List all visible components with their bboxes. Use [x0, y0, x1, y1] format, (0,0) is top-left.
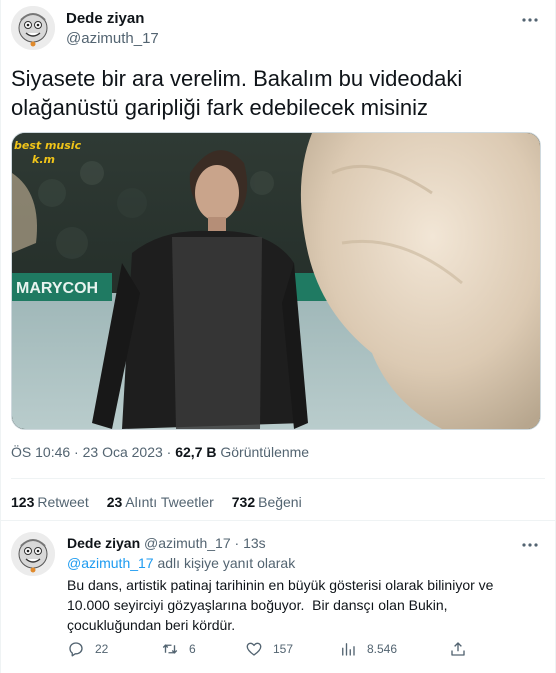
retweets-stat[interactable]: 123 Retweet — [11, 494, 89, 510]
tweet-meta: ÖS 10:46 · 23 Oca 2023 · 62,7 B Görüntül… — [11, 444, 309, 460]
likes-label: Beğeni — [258, 494, 302, 510]
reply-header: Dede ziyan @azimuth_17 · 13s — [67, 535, 266, 551]
views-count: 62,7 B — [175, 444, 217, 460]
author-display-name[interactable]: Dede ziyan — [66, 10, 144, 27]
speech-bubble-icon — [69, 642, 83, 657]
reply-actions: 22 6 157 8.546 — [67, 640, 467, 662]
reply-avatar[interactable] — [11, 532, 55, 576]
share-upload-icon — [451, 642, 465, 656]
likes-stat[interactable]: 732 Beğeni — [232, 494, 302, 510]
like-count: 157 — [273, 642, 294, 656]
reply-more-options-button[interactable] — [520, 535, 540, 555]
reply-display-name[interactable]: Dede ziyan — [67, 535, 140, 551]
heart-icon — [246, 642, 262, 656]
reply-separator: · — [234, 535, 240, 551]
tweet-date[interactable]: 23 Oca 2023 — [83, 444, 163, 460]
author-handle[interactable]: @azimuth_17 — [66, 30, 159, 47]
share-button[interactable] — [449, 640, 467, 658]
tweet-video[interactable]: MARYCOH best music k.m — [11, 132, 541, 430]
reply-text: Bu dans, artistik patinaj tarihinin en b… — [67, 575, 537, 635]
more-horizontal-icon — [522, 543, 538, 547]
tweet-text: Siyasete bir ara verelim. Bakalım bu vid… — [11, 64, 541, 122]
avatar[interactable] — [11, 6, 55, 50]
retweet-arrows-icon — [162, 644, 178, 654]
avatar-image — [11, 6, 55, 50]
more-horizontal-icon — [522, 18, 538, 22]
likes-count: 732 — [231, 494, 256, 510]
retweets-count: 123 — [11, 494, 35, 510]
quotes-count: 23 — [106, 494, 123, 510]
reply-handle[interactable]: @azimuth_17 — [144, 535, 231, 551]
reply-button[interactable]: 22 — [67, 640, 108, 658]
tweet-text-line: olağanüstü garipliği fark edebilecek mis… — [11, 95, 429, 120]
reply-text-line: Bu dans, artistik patinaj tarihinin en b… — [67, 577, 494, 593]
retweet-count: 6 — [189, 642, 196, 656]
reply-text-line: çocukluğundan beri kördür. — [67, 617, 236, 633]
quotes-label: Alıntı Tweetler — [125, 494, 214, 510]
video-watermark-bottom: k.m — [32, 153, 55, 166]
left-border — [0, 0, 1, 673]
views-button[interactable]: 8.546 — [339, 640, 397, 658]
replying-to: @azimuth_17 adlı kişiye yanıt olarak — [67, 555, 295, 571]
retweets-label: Retweet — [37, 494, 89, 510]
reply-time[interactable]: 13s — [243, 535, 266, 551]
meta-separator: · — [166, 444, 172, 460]
views-label: Görüntülenme — [220, 444, 310, 460]
more-options-button[interactable] — [520, 10, 540, 30]
retweet-button[interactable]: 6 — [161, 640, 196, 658]
divider — [11, 478, 545, 479]
bar-chart-icon — [342, 643, 355, 656]
reply-text-line: 10.000 seyirciyi gözyaşlarına boğuyor. B… — [67, 597, 448, 613]
meta-separator: · — [74, 444, 79, 460]
engagement-stats: 123 Retweet 23 Alıntı Tweetler 732 Beğeni — [11, 494, 302, 510]
quote-tweets-stat[interactable]: 23 Alıntı Tweetler — [107, 494, 214, 510]
avatar-image — [11, 532, 55, 576]
divider — [0, 520, 556, 521]
video-frame: MARYCOH best music k.m — [12, 133, 540, 429]
rink-banner-text: MARYCOH — [16, 280, 98, 297]
reply-count: 22 — [95, 642, 109, 656]
video-watermark-top: best music — [14, 139, 82, 152]
tweet-text-line: Siyasete bir ara verelim. Bakalım bu vid… — [11, 66, 463, 91]
replying-to-mention[interactable]: @azimuth_17 — [67, 555, 154, 571]
like-button[interactable]: 157 — [245, 640, 293, 658]
views-count: 8.546 — [367, 642, 398, 656]
replying-to-suffix: adlı kişiye yanıt olarak — [157, 555, 296, 571]
tweet-time[interactable]: ÖS 10:46 — [11, 444, 70, 460]
